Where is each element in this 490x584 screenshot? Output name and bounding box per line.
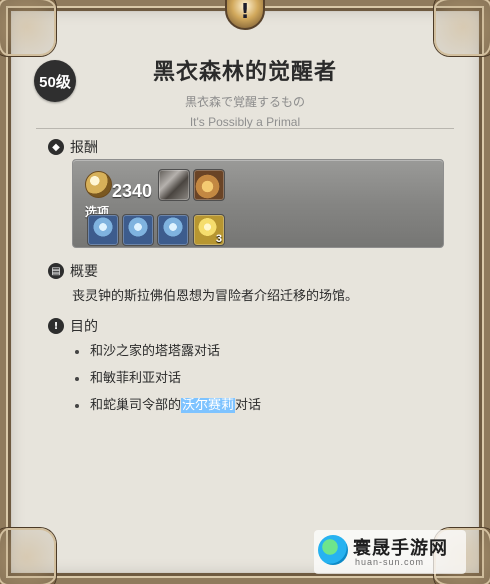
leather-pouch-icon[interactable] xyxy=(193,169,225,201)
book-icon: ▤ xyxy=(48,263,64,279)
header-divider xyxy=(36,128,454,129)
gold-potion-icon[interactable]: 3 xyxy=(193,214,225,246)
objective-heading: ! 目的 xyxy=(48,316,454,336)
objective-item: 和沙之家的塔塔露对话 xyxy=(72,343,261,360)
quest-header: 黑衣森林的觉醒者 黒衣森で覚醒するもの It's Possibly a Prim… xyxy=(12,54,478,129)
rewards-section: ◆ 报酬 xyxy=(48,137,454,157)
blue-crystal-icon[interactable] xyxy=(122,214,154,246)
quest-panel: 50级 黑衣森林的觉醒者 黒衣森で覚醒するもの It's Possibly a … xyxy=(12,12,478,572)
rewards-label: 报酬 xyxy=(70,140,98,156)
summary-heading: ▤ 概要 xyxy=(48,261,454,281)
objective-item: 和敏菲利亚对话 xyxy=(72,370,261,387)
summary-text: 丧灵钟的斯拉佛伯恩想为冒险者介绍迁移的场馆。 xyxy=(72,289,359,304)
armor-chest-icon[interactable] xyxy=(158,169,190,201)
rewards-heading: ◆ 报酬 xyxy=(48,137,454,157)
quest-window: 50级 黑衣森林的觉醒者 黒衣森で覚醒するもの It's Possibly a … xyxy=(0,0,490,584)
reward-icon: ◆ xyxy=(48,139,64,155)
blue-crystal-icon[interactable] xyxy=(157,214,189,246)
objective-prefix-text: 和蛇巢司令部的 xyxy=(90,398,182,413)
site-logo-icon xyxy=(318,535,348,565)
corner-ornament xyxy=(0,0,56,56)
quest-title: 黑衣森林的觉醒者 xyxy=(152,60,337,85)
site-url: huan-sun.com xyxy=(355,557,425,567)
objective-label: 目的 xyxy=(70,319,98,335)
exclamation-icon: ! xyxy=(48,318,64,334)
summary-section: ▤ 概要 xyxy=(48,261,454,281)
quest-subtitle-english: It's Possibly a Primal xyxy=(189,115,301,129)
objective-item-text: 和沙之家的塔塔露对话 xyxy=(90,344,221,359)
gil-amount: 2340 xyxy=(112,181,153,201)
rewards-panel: 2340 选项 3 xyxy=(72,159,444,248)
blue-crystal-icon[interactable] xyxy=(87,214,119,246)
highlighted-npc-name[interactable]: 沃尔赛莉 xyxy=(181,398,236,413)
objective-item-text: 和敏菲利亚对话 xyxy=(90,371,182,386)
objective-item: 和蛇巢司令部的沃尔赛莉对话 xyxy=(72,397,261,414)
gil-coin-icon xyxy=(85,171,112,198)
objective-list: 和沙之家的塔塔露对话 和敏菲利亚对话 和蛇巢司令部的沃尔赛莉对话 xyxy=(72,343,261,424)
item-count: 3 xyxy=(215,233,222,245)
summary-label: 概要 xyxy=(70,264,98,280)
objective-suffix-text: 对话 xyxy=(235,398,262,413)
corner-ornament xyxy=(0,528,56,584)
quest-subtitle-japanese: 黒衣森で覚醒するもの xyxy=(184,95,305,109)
site-watermark: 寰晟手游网 huan-sun.com xyxy=(314,530,466,574)
objective-section: ! 目的 xyxy=(48,316,454,336)
corner-ornament xyxy=(434,0,490,56)
